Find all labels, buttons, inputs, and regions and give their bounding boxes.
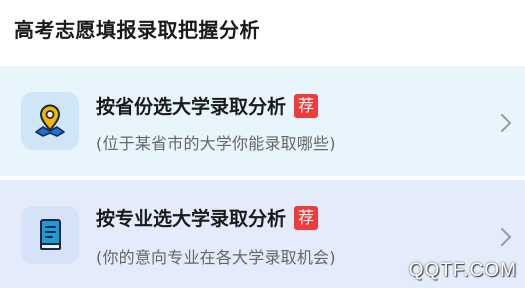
chevron-right-icon xyxy=(501,114,511,132)
province-analysis-card[interactable]: 按省份选大学录取分析 荐 (位于某省市的大学你能录取哪些) xyxy=(0,66,525,176)
major-analysis-title-text: 按专业选大学录取分析 xyxy=(96,208,287,230)
map-location-pin-icon xyxy=(21,92,79,150)
recommended-badge: 荐 xyxy=(294,93,319,118)
province-analysis-subtitle: (位于某省市的大学你能录取哪些) xyxy=(96,134,336,153)
major-analysis-subtitle: (你的意向专业在各大学录取机会) xyxy=(96,248,336,267)
province-analysis-title: 按省份选大学录取分析 荐 xyxy=(96,92,319,119)
major-analysis-title: 按专业选大学录取分析 荐 xyxy=(96,204,319,231)
section-title: 高考志愿填报录取把握分析 xyxy=(14,18,260,42)
watermark: QQTF.COM xyxy=(408,260,517,281)
chevron-right-icon xyxy=(501,228,511,246)
province-analysis-title-text: 按省份选大学录取分析 xyxy=(96,96,287,118)
book-icon xyxy=(21,206,79,264)
recommended-badge: 荐 xyxy=(294,205,319,230)
